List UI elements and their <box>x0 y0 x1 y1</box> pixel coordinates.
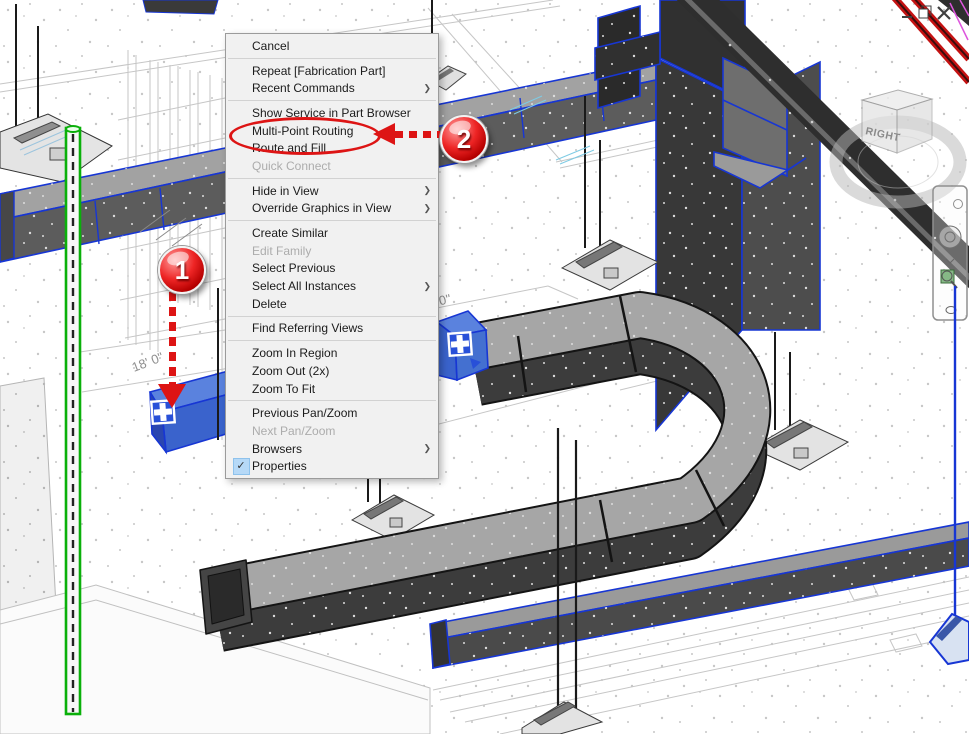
menu-separator <box>228 100 436 101</box>
model-canvas[interactable]: 18' 0" 18' 0" <box>0 0 969 734</box>
menu-separator <box>228 58 436 59</box>
menu-separator <box>228 220 436 221</box>
steering-wheel-icon <box>939 226 961 248</box>
menu-item-cancel[interactable]: Cancel <box>226 37 438 55</box>
green-pipe[interactable] <box>66 126 80 714</box>
menu-separator <box>228 178 436 179</box>
menu-separator <box>228 340 436 341</box>
menu-item-quick-connect: Quick Connect <box>226 157 438 175</box>
highlight-ellipse-multi-point-routing <box>229 117 381 155</box>
duct-fragment-top[interactable] <box>143 0 218 14</box>
menu-item-delete[interactable]: Delete <box>226 295 438 313</box>
menu-item-select-previous[interactable]: Select Previous <box>226 260 438 278</box>
menu-separator <box>228 316 436 317</box>
menu-item-hide-in-view[interactable]: Hide in View❯ <box>226 182 438 200</box>
menu-separator <box>228 400 436 401</box>
context-menu: Cancel Repeat [Fabrication Part] Recent … <box>225 33 439 479</box>
checkmark-icon: ✓ <box>233 458 250 475</box>
menu-item-previous-pan-zoom[interactable]: Previous Pan/Zoom <box>226 404 438 422</box>
submenu-arrow-icon: ❯ <box>423 203 431 214</box>
submenu-arrow-icon: ❯ <box>423 83 431 94</box>
menu-item-select-all-instances[interactable]: Select All Instances❯ <box>226 277 438 295</box>
submenu-arrow-icon: ❯ <box>423 185 431 196</box>
submenu-arrow-icon: ❯ <box>423 443 431 454</box>
menu-item-properties[interactable]: ✓Properties <box>226 457 438 475</box>
menu-item-recent-commands[interactable]: Recent Commands❯ <box>226 79 438 97</box>
navigation-bar[interactable] <box>933 186 967 320</box>
menu-item-zoom-out-2x[interactable]: Zoom Out (2x) <box>226 362 438 380</box>
revit-3d-view: 18' 0" 18' 0" <box>0 0 969 734</box>
callout-2-arrow-head <box>373 123 395 145</box>
menu-item-edit-family: Edit Family <box>226 242 438 260</box>
menu-item-create-similar[interactable]: Create Similar <box>226 224 438 242</box>
callout-2-arrow-line <box>395 131 445 138</box>
menu-item-next-pan-zoom: Next Pan/Zoom <box>226 422 438 440</box>
menu-item-repeat[interactable]: Repeat [Fabrication Part] <box>226 62 438 80</box>
menu-item-override-graphics[interactable]: Override Graphics in View❯ <box>226 200 438 218</box>
menu-item-browsers[interactable]: Browsers❯ <box>226 440 438 458</box>
menu-item-zoom-in-region[interactable]: Zoom In Region <box>226 344 438 362</box>
menu-item-zoom-to-fit[interactable]: Zoom To Fit <box>226 380 438 398</box>
callout-1-arrow-line <box>169 292 176 386</box>
duct-connector-icon <box>448 332 471 355</box>
callout-step-1-badge: 1 <box>158 246 206 294</box>
submenu-arrow-icon: ❯ <box>423 281 431 292</box>
callout-step-2-badge: 2 <box>440 115 488 163</box>
callout-1-arrow-head <box>158 384 186 408</box>
menu-item-find-referring-views[interactable]: Find Referring Views <box>226 320 438 338</box>
